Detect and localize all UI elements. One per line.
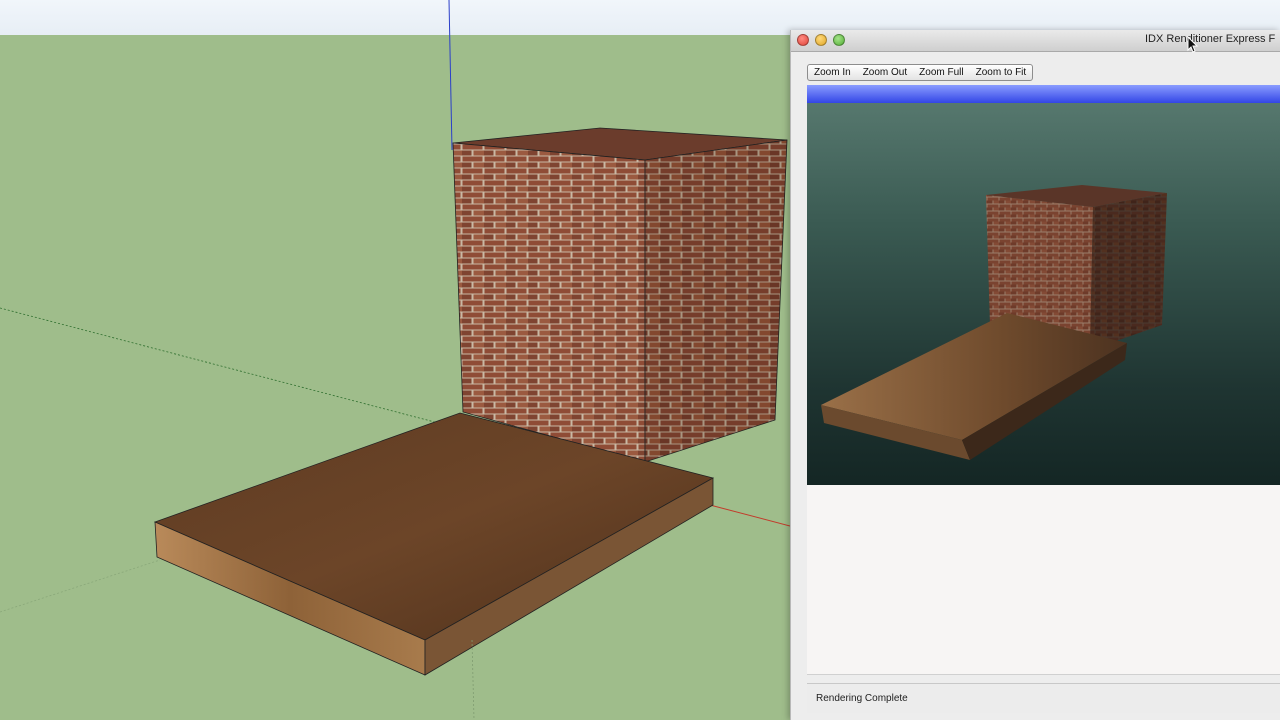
brick-cube[interactable] — [452, 127, 788, 463]
pointer-cursor-icon — [1187, 36, 1199, 53]
model-scene[interactable] — [0, 0, 790, 720]
window-titlebar[interactable]: IDX Renditioner Express F — [791, 30, 1280, 52]
maximize-icon[interactable] — [833, 34, 845, 46]
close-icon[interactable] — [797, 34, 809, 46]
zoom-full-button[interactable]: Zoom Full — [913, 65, 969, 80]
zoom-in-button[interactable]: Zoom In — [808, 65, 857, 80]
screen: IDX Renditioner Express F Zoom In Zoom O… — [0, 0, 1280, 720]
renditioner-window: IDX Renditioner Express F Zoom In Zoom O… — [790, 30, 1280, 720]
output-panel — [807, 485, 1280, 675]
zoom-out-button[interactable]: Zoom Out — [857, 65, 913, 80]
minimize-icon[interactable] — [815, 34, 827, 46]
zoom-toolbar: Zoom In Zoom Out Zoom Full Zoom to Fit — [807, 64, 1034, 81]
blue-axis — [448, 0, 453, 151]
render-preview[interactable] — [807, 85, 1280, 485]
red-axis — [709, 504, 790, 527]
axis-guide-vertical — [471, 639, 475, 720]
status-text: Rendering Complete — [816, 693, 908, 704]
window-title: IDX Renditioner Express F — [1145, 33, 1276, 45]
axis-guide — [0, 559, 161, 613]
zoom-to-fit-button[interactable]: Zoom to Fit — [970, 65, 1033, 80]
rendered-image — [821, 185, 1167, 460]
status-bar: Rendering Complete — [807, 683, 1280, 713]
green-axis — [0, 307, 466, 431]
